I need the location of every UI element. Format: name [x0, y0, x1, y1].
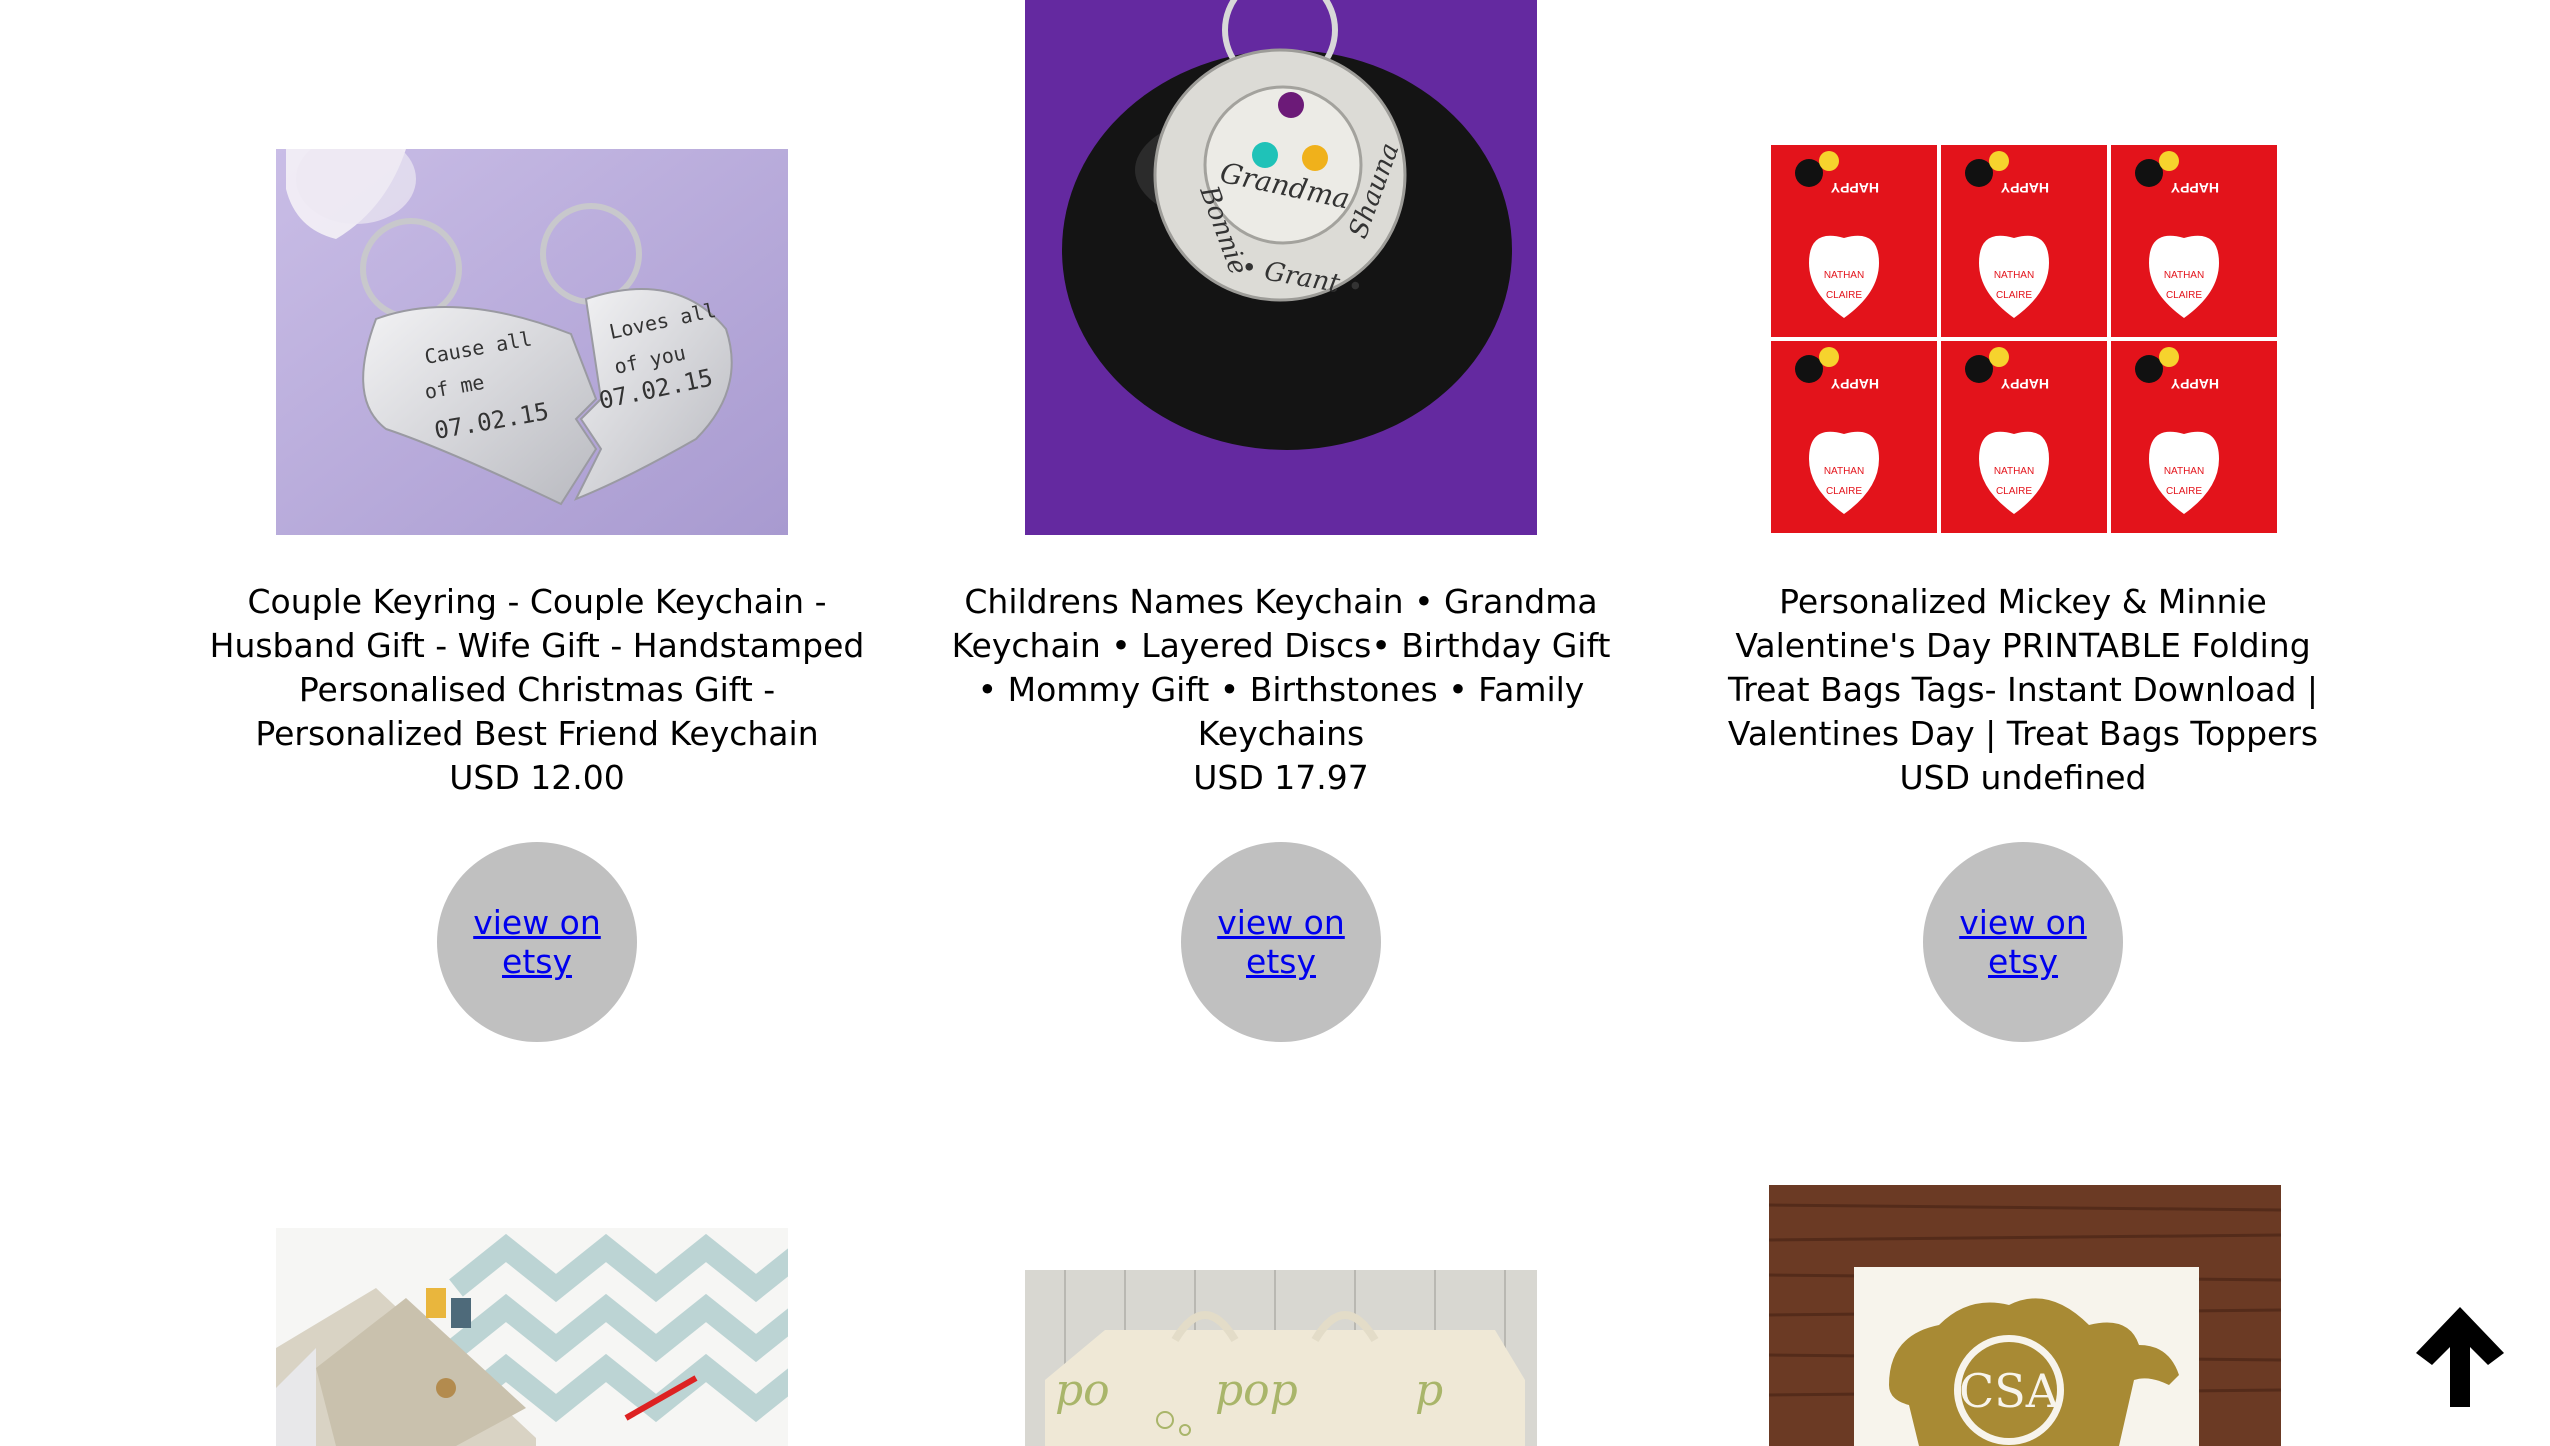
svg-text:CLAIRE: CLAIRE — [2166, 486, 2202, 497]
svg-text:NATHAN: NATHAN — [2164, 466, 2204, 477]
svg-text:CLAIRE: CLAIRE — [2166, 290, 2202, 301]
listing-title-text: Personalized Mickey & Minnie Valentine's… — [1727, 582, 2319, 753]
listing-image-tote-bag[interactable]: po pop p — [1025, 1270, 1537, 1446]
svg-text:NATHAN: NATHAN — [1824, 270, 1864, 281]
listing-image-camel-monogram[interactable]: CSA — [1769, 1185, 2281, 1446]
listing-image-couple-keyring[interactable]: Cause all of me 07.02.15 Loves all of yo… — [276, 149, 788, 535]
listing-grid-page: Cause all of me 07.02.15 Loves all of yo… — [0, 0, 2550, 1446]
svg-text:HAPPY: HAPPY — [2170, 180, 2219, 196]
couple-keyring-photo: Cause all of me 07.02.15 Loves all of yo… — [276, 149, 788, 535]
svg-text:HAPPY: HAPPY — [2170, 376, 2219, 392]
listing-price: USD undefined — [1899, 758, 2147, 797]
listing-title: Personalized Mickey & Minnie Valentine's… — [1693, 580, 2353, 800]
listing-image-grandma-keychain[interactable]: Grandma Bonnie • Grant • Shauna — [1025, 0, 1537, 535]
valentine-tags-photo: HAPPY NATHAN CLAIRE HAPPY NATHAN CLAIRE HAPP… — [1769, 143, 2279, 535]
listing-title-text: Childrens Names Keychain • Grandma Keych… — [951, 582, 1611, 753]
view-on-etsy-button[interactable]: view on etsy — [437, 842, 637, 1042]
listing-image-laptop-sleeve[interactable] — [276, 1228, 788, 1446]
svg-text:p: p — [1415, 1365, 1443, 1416]
listing-price: USD 12.00 — [449, 758, 625, 797]
svg-text:HAPPY: HAPPY — [1830, 376, 1879, 392]
svg-text:NATHAN: NATHAN — [1824, 466, 1864, 477]
view-on-etsy-link[interactable]: view on etsy — [437, 903, 637, 981]
svg-text:NATHAN: NATHAN — [1994, 466, 2034, 477]
view-on-etsy-link[interactable]: view on etsy — [1181, 903, 1381, 981]
camel-monogram-photo: CSA — [1769, 1185, 2281, 1446]
svg-text:HAPPY: HAPPY — [2000, 376, 2049, 392]
listing-title: Couple Keyring - Couple Keychain - Husba… — [207, 580, 867, 800]
camel-monogram-text: CSA — [1959, 1364, 2060, 1418]
grandma-keychain-photo: Grandma Bonnie • Grant • Shauna — [1025, 0, 1537, 535]
laptop-sleeve-photo — [276, 1228, 788, 1446]
svg-text:po: po — [1055, 1365, 1110, 1416]
svg-text:CLAIRE: CLAIRE — [1826, 290, 1862, 301]
svg-text:NATHAN: NATHAN — [2164, 270, 2204, 281]
listing-price: USD 17.97 — [1193, 758, 1369, 797]
listing-image-valentine-tags[interactable]: HAPPY NATHAN CLAIRE HAPPY NATHAN CLAIRE HAPP… — [1769, 143, 2279, 535]
view-on-etsy-button[interactable]: view on etsy — [1181, 842, 1381, 1042]
svg-text:NATHAN: NATHAN — [1994, 270, 2034, 281]
arrow-up-icon[interactable] — [2412, 1303, 2508, 1411]
svg-text:CLAIRE: CLAIRE — [1996, 290, 2032, 301]
view-on-etsy-link[interactable]: view on etsy — [1923, 903, 2123, 981]
listing-title: Childrens Names Keychain • Grandma Keych… — [951, 580, 1611, 800]
listing-title-text: Couple Keyring - Couple Keychain - Husba… — [209, 582, 865, 753]
svg-text:HAPPY: HAPPY — [2000, 180, 2049, 196]
svg-text:HAPPY: HAPPY — [1830, 180, 1879, 196]
tote-bag-text: pop — [1215, 1365, 1298, 1416]
tote-bag-photo: po pop p — [1025, 1270, 1537, 1446]
svg-text:CLAIRE: CLAIRE — [1996, 486, 2032, 497]
back-to-top-arrow — [2416, 1307, 2504, 1407]
svg-text:CLAIRE: CLAIRE — [1826, 486, 1862, 497]
view-on-etsy-button[interactable]: view on etsy — [1923, 842, 2123, 1042]
